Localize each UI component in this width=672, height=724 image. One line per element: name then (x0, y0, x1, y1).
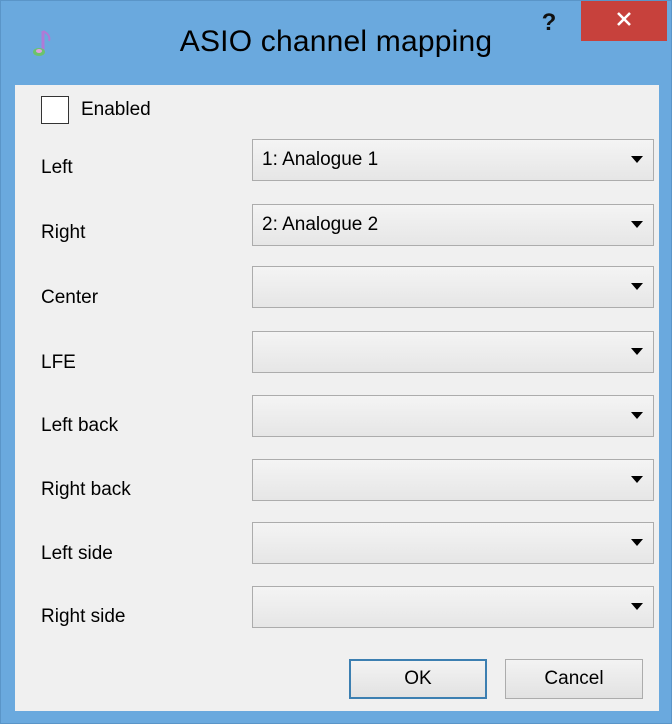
channel-select-center[interactable] (252, 266, 654, 308)
channel-label-left-back: Left back (41, 415, 119, 436)
channel-label-right: Right (41, 222, 86, 243)
dropdown-arrow-icon (621, 460, 653, 500)
channel-label-left-side: Left side (41, 543, 113, 564)
dropdown-arrow-icon (621, 523, 653, 563)
channel-label-left: Left (41, 157, 73, 178)
dropdown-arrow-icon (621, 396, 653, 436)
channel-label-lfe: LFE (41, 352, 76, 373)
dialog-window: ASIO channel mapping ? Enabled Left 1: A… (0, 0, 672, 724)
channel-select-value: 2: Analogue 2 (262, 214, 379, 235)
channel-label-right-back: Right back (41, 479, 131, 500)
channel-select-left-side[interactable] (252, 522, 654, 564)
channel-select-lfe[interactable] (252, 331, 654, 373)
channel-select-left-back[interactable] (252, 395, 654, 437)
dialog-body: Enabled Left 1: Analogue 1 Right 2: Anal… (15, 85, 659, 711)
channel-label-center: Center (41, 287, 99, 308)
dropdown-arrow-icon (621, 587, 653, 627)
dropdown-arrow-icon (621, 205, 653, 245)
enabled-checkbox-row[interactable]: Enabled (41, 95, 151, 125)
enabled-checkbox[interactable] (41, 96, 69, 124)
channel-select-left[interactable]: 1: Analogue 1 (252, 139, 654, 181)
dropdown-arrow-icon (621, 267, 653, 307)
title-bar[interactable]: ASIO channel mapping ? (1, 1, 671, 87)
close-icon (615, 10, 633, 33)
channel-select-right-side[interactable] (252, 586, 654, 628)
channel-select-value: 1: Analogue 1 (262, 149, 379, 170)
channel-label-right-side: Right side (41, 606, 126, 627)
channel-select-right-back[interactable] (252, 459, 654, 501)
cancel-button[interactable]: Cancel (505, 659, 643, 699)
channel-select-right[interactable]: 2: Analogue 2 (252, 204, 654, 246)
help-button[interactable]: ? (521, 3, 577, 43)
dropdown-arrow-icon (621, 140, 653, 180)
enabled-label[interactable]: Enabled (81, 99, 151, 121)
dropdown-arrow-icon (621, 332, 653, 372)
close-button[interactable] (581, 1, 667, 41)
ok-button[interactable]: OK (349, 659, 487, 699)
